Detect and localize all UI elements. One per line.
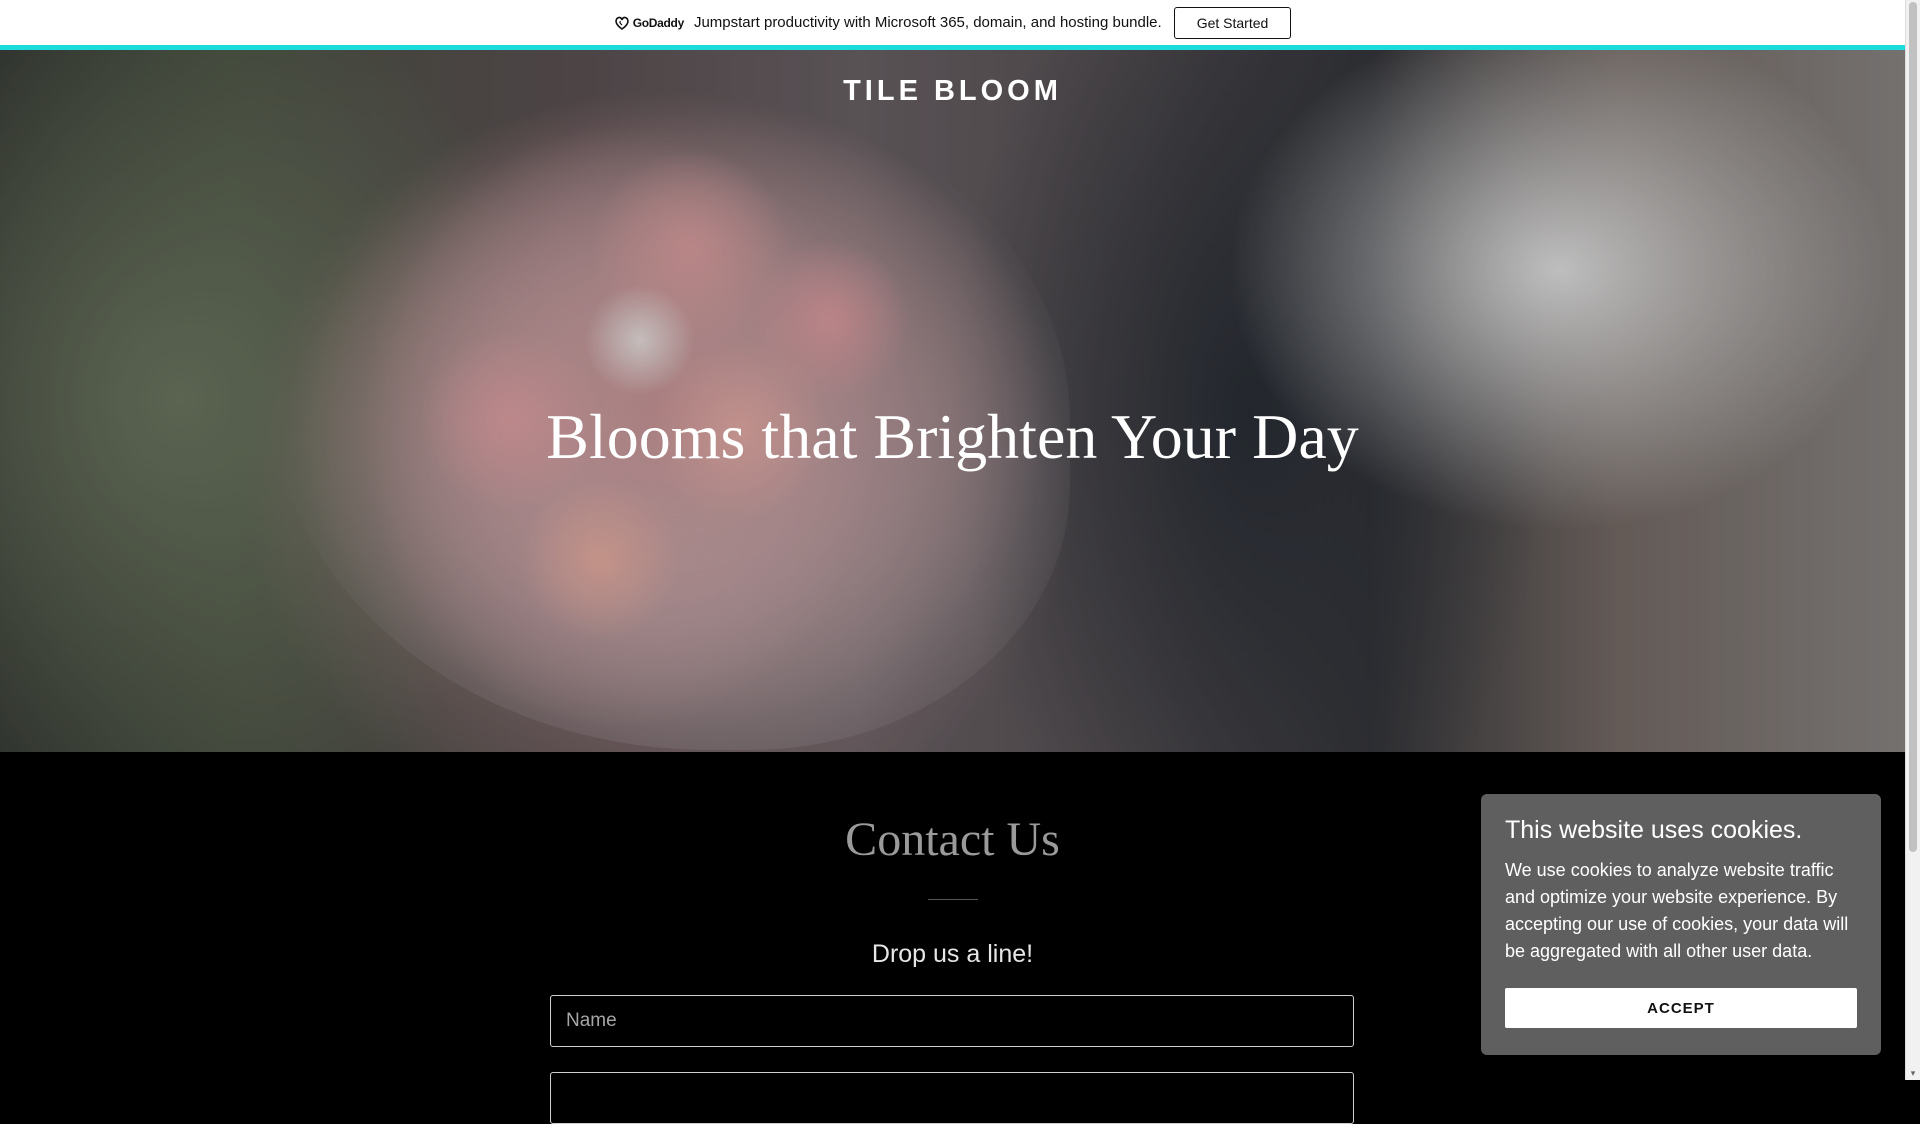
get-started-button[interactable]: Get Started bbox=[1173, 6, 1292, 39]
page-scrollbar[interactable]: ▾ bbox=[1905, 0, 1920, 1080]
promo-text: Jumpstart productivity with Microsoft 36… bbox=[693, 14, 1162, 31]
promo-banner: GoDaddy Jumpstart productivity with Micr… bbox=[0, 0, 1905, 50]
cookie-text: We use cookies to analyze website traffi… bbox=[1505, 860, 1849, 961]
godaddy-wordmark: GoDaddy bbox=[632, 15, 685, 30]
godaddy-logo[interactable]: GoDaddy bbox=[614, 16, 684, 30]
scroll-down-arrow-icon[interactable]: ▾ bbox=[1908, 1068, 1918, 1078]
scrollbar-thumb[interactable] bbox=[1909, 2, 1917, 852]
name-input[interactable] bbox=[550, 995, 1354, 1047]
accept-cookies-button[interactable]: ACCEPT bbox=[1505, 988, 1857, 1028]
cookie-banner: This website uses cookies. We use cookie… bbox=[1481, 794, 1881, 1055]
hero-title: Blooms that Brighten Your Day bbox=[546, 401, 1359, 472]
site-logo[interactable]: TILE BLOOM bbox=[0, 75, 1905, 108]
section-divider bbox=[928, 899, 978, 900]
godaddy-icon bbox=[614, 16, 629, 30]
cookie-title: This website uses cookies. bbox=[1505, 816, 1803, 844]
